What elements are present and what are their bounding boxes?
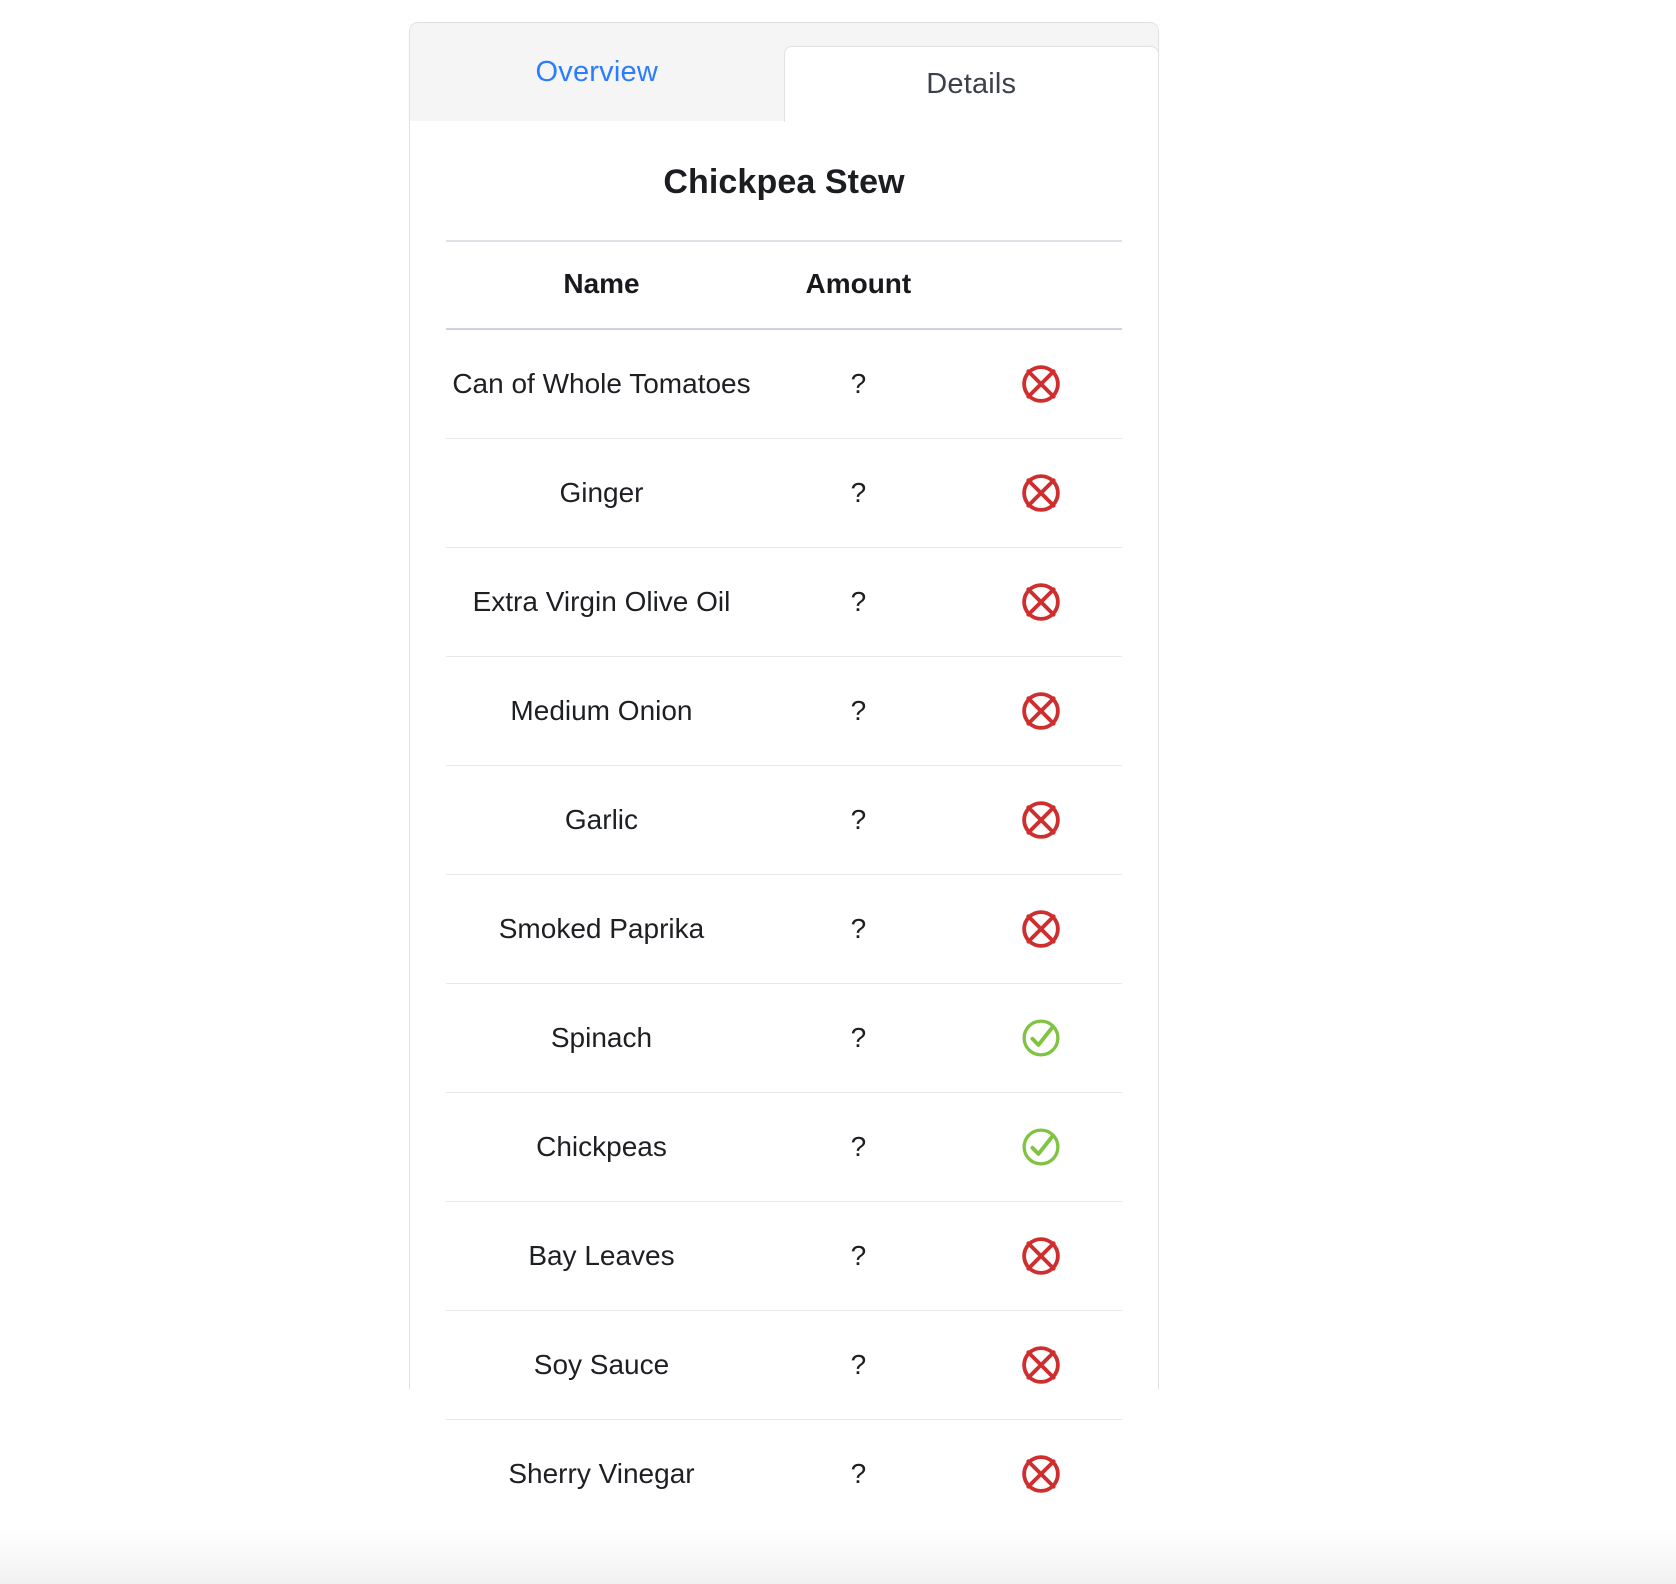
page-bottom-gradient (0, 1524, 1676, 1584)
ingredient-name: Soy Sauce (446, 1310, 757, 1420)
ingredient-amount: ? (756, 1310, 960, 1420)
table-row[interactable]: Smoked Paprika? (446, 874, 1122, 984)
table-row[interactable]: Bay Leaves? (446, 1201, 1122, 1311)
tab-details[interactable]: Details (783, 46, 1159, 122)
ingredient-amount: ? (756, 765, 960, 875)
ingredient-name: Smoked Paprika (446, 874, 757, 984)
page-root: Overview Details Chickpea Stew Name Amou… (0, 0, 1676, 1584)
recipe-title: Chickpea Stew (663, 163, 905, 201)
ingredient-amount: ? (756, 983, 960, 1093)
x-circle-icon[interactable] (960, 1420, 1122, 1529)
ingredient-name: Ginger (446, 438, 757, 548)
ingredient-amount: ? (850, 1458, 867, 1489)
table-row[interactable]: Can of Whole Tomatoes? (446, 329, 1122, 439)
ingredient-name: Bay Leaves (446, 1201, 757, 1311)
ingredients-table: Name Amount Can of Whole Tomatoes? Ginger… (446, 240, 1122, 1528)
table-row[interactable]: Extra Virgin Olive Oil? (446, 547, 1122, 657)
check-circle-icon[interactable] (959, 1092, 1122, 1202)
card-body: Chickpea Stew Name Amount Can of Whole T… (410, 121, 1158, 1528)
ingredient-amount: ? (756, 329, 960, 439)
tab-overview-label: Overview (535, 55, 658, 88)
x-circle-icon[interactable] (959, 1201, 1122, 1311)
tab-overview[interactable]: Overview (410, 23, 784, 121)
ingredient-amount: ? (756, 1092, 960, 1202)
x-circle-icon[interactable] (959, 329, 1122, 439)
tab-details-label: Details (926, 67, 1017, 100)
check-circle-icon[interactable] (959, 983, 1122, 1093)
column-header-amount: Amount (756, 240, 960, 330)
table-body: Can of Whole Tomatoes? Ginger? Extra Virgi… (446, 329, 1122, 1528)
table-header: Name Amount (446, 240, 1122, 330)
ingredient-name: Can of Whole Tomatoes (446, 329, 757, 439)
ingredient-name: Chickpeas (446, 1092, 757, 1202)
table-row[interactable]: Garlic? (446, 765, 1122, 875)
table-row[interactable]: Ginger? (446, 438, 1122, 548)
x-circle-icon[interactable] (959, 765, 1122, 875)
tab-bar: Overview Details (410, 23, 1159, 122)
ingredient-name: Extra Virgin Olive Oil (446, 547, 757, 657)
ingredient-amount: ? (756, 874, 960, 984)
ingredient-name: Medium Onion (446, 656, 757, 766)
x-circle-icon[interactable] (959, 438, 1122, 548)
x-circle-icon[interactable] (959, 874, 1122, 984)
table-row[interactable]: Sherry Vinegar? (446, 1420, 1122, 1529)
ingredient-amount: ? (756, 438, 960, 548)
table-row[interactable]: Medium Onion? (446, 656, 1122, 766)
ingredient-name: Spinach (446, 983, 757, 1093)
x-circle-icon[interactable] (959, 547, 1122, 657)
table-row[interactable]: Soy Sauce? (446, 1310, 1122, 1420)
ingredient-name: Sherry Vinegar (508, 1458, 695, 1489)
ingredient-amount: ? (756, 1201, 960, 1311)
column-header-status (959, 240, 1122, 330)
table-row[interactable]: Chickpeas? (446, 1092, 1122, 1202)
ingredient-amount: ? (756, 656, 960, 766)
recipe-card: Overview Details Chickpea Stew Name Amou… (409, 22, 1159, 1528)
ingredient-name: Garlic (446, 765, 757, 875)
ingredient-amount: ? (756, 547, 960, 657)
x-circle-icon[interactable] (959, 656, 1122, 766)
column-header-name: Name (446, 240, 757, 330)
table-header-row: Name Amount (446, 240, 1122, 330)
x-circle-icon[interactable] (959, 1310, 1122, 1420)
table-row[interactable]: Spinach? (446, 983, 1122, 1093)
